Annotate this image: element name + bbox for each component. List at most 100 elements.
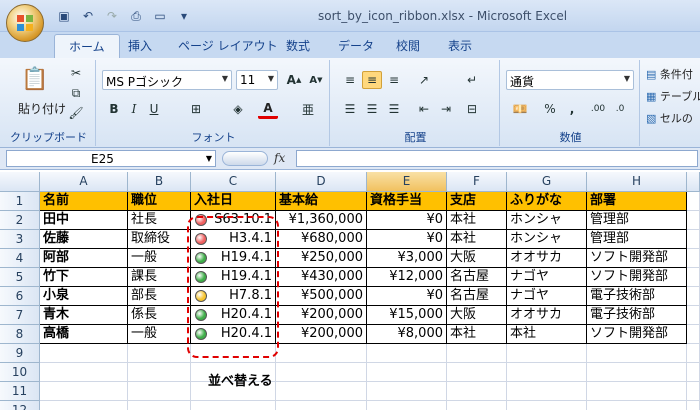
table-cell[interactable]: H20.4.1 [191, 325, 276, 344]
table-cell[interactable]: 大阪 [447, 249, 507, 268]
save-icon[interactable]: ▣ [56, 8, 72, 24]
row-header[interactable]: 3 [0, 230, 40, 249]
table-cell[interactable]: 本社 [447, 325, 507, 344]
column-header-b[interactable]: B [128, 172, 191, 192]
empty-cell[interactable] [128, 382, 191, 401]
row-header[interactable]: 1 [0, 192, 40, 211]
percent-icon[interactable]: % [540, 100, 560, 118]
empty-cell[interactable] [687, 230, 700, 249]
borders-icon[interactable]: ⊞ [186, 100, 206, 118]
italic-icon[interactable]: I [124, 100, 144, 118]
column-header-c[interactable]: C [191, 172, 276, 192]
comma-style-icon[interactable]: , [562, 100, 582, 118]
empty-cell[interactable] [40, 401, 128, 410]
formula-bar-splitter[interactable] [222, 151, 268, 166]
empty-cell[interactable] [687, 268, 700, 287]
table-cell[interactable]: ナゴヤ [507, 268, 587, 287]
empty-cell[interactable] [687, 325, 700, 344]
empty-cell[interactable] [587, 363, 687, 382]
font-color-icon[interactable]: A [258, 100, 278, 119]
table-cell[interactable]: オオサカ [507, 249, 587, 268]
decrease-decimal-icon[interactable]: .0 [610, 100, 630, 118]
table-cell[interactable]: ¥3,000 [367, 249, 447, 268]
table-cell[interactable]: 社長 [128, 211, 191, 230]
table-cell[interactable]: 部長 [128, 287, 191, 306]
empty-cell[interactable] [40, 344, 128, 363]
table-header-cell[interactable]: 支店 [447, 192, 507, 211]
row-header[interactable]: 4 [0, 249, 40, 268]
table-header-cell[interactable]: 職位 [128, 192, 191, 211]
empty-cell[interactable] [587, 344, 687, 363]
row-header[interactable]: 6 [0, 287, 40, 306]
table-cell[interactable]: ソフト開発部 [587, 249, 687, 268]
copy-icon[interactable]: ⧉ [66, 84, 86, 102]
table-cell[interactable]: 田中 [40, 211, 128, 230]
table-cell[interactable]: H20.4.1 [191, 306, 276, 325]
align-center-icon[interactable]: ☰ [362, 100, 382, 118]
empty-cell[interactable] [687, 211, 700, 230]
tab-formulas[interactable]: 数式 [286, 37, 310, 54]
phonetic-icon[interactable]: 亜 [298, 100, 318, 118]
customize-qat-icon[interactable]: ▾ [176, 8, 192, 24]
empty-cell[interactable] [507, 344, 587, 363]
empty-cell[interactable] [587, 382, 687, 401]
paste-label[interactable]: 貼り付け [18, 100, 66, 117]
merge-center-icon[interactable]: ⊟ [462, 100, 482, 118]
table-header-cell[interactable]: 部署 [587, 192, 687, 211]
table-header-cell[interactable]: 基本給 [276, 192, 367, 211]
table-cell[interactable]: H19.4.1 [191, 268, 276, 287]
table-cell[interactable]: H7.8.1 [191, 287, 276, 306]
empty-cell[interactable] [507, 363, 587, 382]
align-right-icon[interactable]: ☰ [384, 100, 404, 118]
table-cell[interactable]: 本社 [447, 211, 507, 230]
font-name-select[interactable]: MS Pゴシック ▼ [102, 70, 232, 90]
table-cell[interactable]: ¥8,000 [367, 325, 447, 344]
table-cell[interactable]: 名古屋 [447, 287, 507, 306]
table-header-cell[interactable]: 名前 [40, 192, 128, 211]
table-cell[interactable]: 佐藤 [40, 230, 128, 249]
wrap-text-icon[interactable]: ↵ [462, 71, 482, 89]
empty-cell[interactable] [687, 306, 700, 325]
empty-cell[interactable] [447, 382, 507, 401]
empty-cell[interactable] [447, 363, 507, 382]
table-cell[interactable]: ¥430,000 [276, 268, 367, 287]
empty-cell[interactable] [40, 382, 128, 401]
empty-cell[interactable] [367, 401, 447, 410]
table-cell[interactable]: ソフト開発部 [587, 268, 687, 287]
table-cell[interactable]: 本社 [447, 230, 507, 249]
decrease-indent-icon[interactable]: ⇤ [414, 100, 434, 118]
open-folder-icon[interactable]: ▭ [152, 8, 168, 24]
align-left-icon[interactable]: ☰ [340, 100, 360, 118]
column-header-e[interactable]: E [367, 172, 447, 192]
orientation-icon[interactable]: ↗ [414, 71, 434, 89]
empty-cell[interactable] [128, 363, 191, 382]
underline-icon[interactable]: U [144, 100, 164, 118]
table-header-cell[interactable]: 資格手当 [367, 192, 447, 211]
print-preview-icon[interactable]: ⎙ [128, 8, 144, 24]
table-cell[interactable]: 竹下 [40, 268, 128, 287]
table-cell[interactable]: 名古屋 [447, 268, 507, 287]
empty-cell[interactable] [447, 344, 507, 363]
table-cell[interactable]: ¥200,000 [276, 325, 367, 344]
row-header[interactable]: 7 [0, 306, 40, 325]
table-cell[interactable]: 一般 [128, 249, 191, 268]
empty-cell[interactable] [276, 401, 367, 410]
row-header[interactable]: 12 [0, 401, 40, 410]
fill-color-icon[interactable]: ◈ [228, 100, 248, 118]
table-cell[interactable]: 大阪 [447, 306, 507, 325]
column-header-d[interactable]: D [276, 172, 367, 192]
name-box[interactable]: E25 ▼ [6, 150, 216, 167]
empty-cell[interactable] [687, 401, 700, 410]
empty-cell[interactable] [276, 344, 367, 363]
table-cell[interactable]: ¥15,000 [367, 306, 447, 325]
empty-cell[interactable] [687, 287, 700, 306]
align-bottom-icon[interactable]: ≡ [384, 71, 404, 89]
empty-cell[interactable] [191, 401, 276, 410]
table-cell[interactable]: ¥12,000 [367, 268, 447, 287]
empty-cell[interactable] [367, 382, 447, 401]
table-cell[interactable]: ¥1,360,000 [276, 211, 367, 230]
paste-icon[interactable]: 📋 [20, 64, 50, 94]
empty-cell[interactable] [447, 401, 507, 410]
format-painter-icon[interactable]: 🖌 [66, 104, 86, 122]
empty-cell[interactable] [128, 344, 191, 363]
